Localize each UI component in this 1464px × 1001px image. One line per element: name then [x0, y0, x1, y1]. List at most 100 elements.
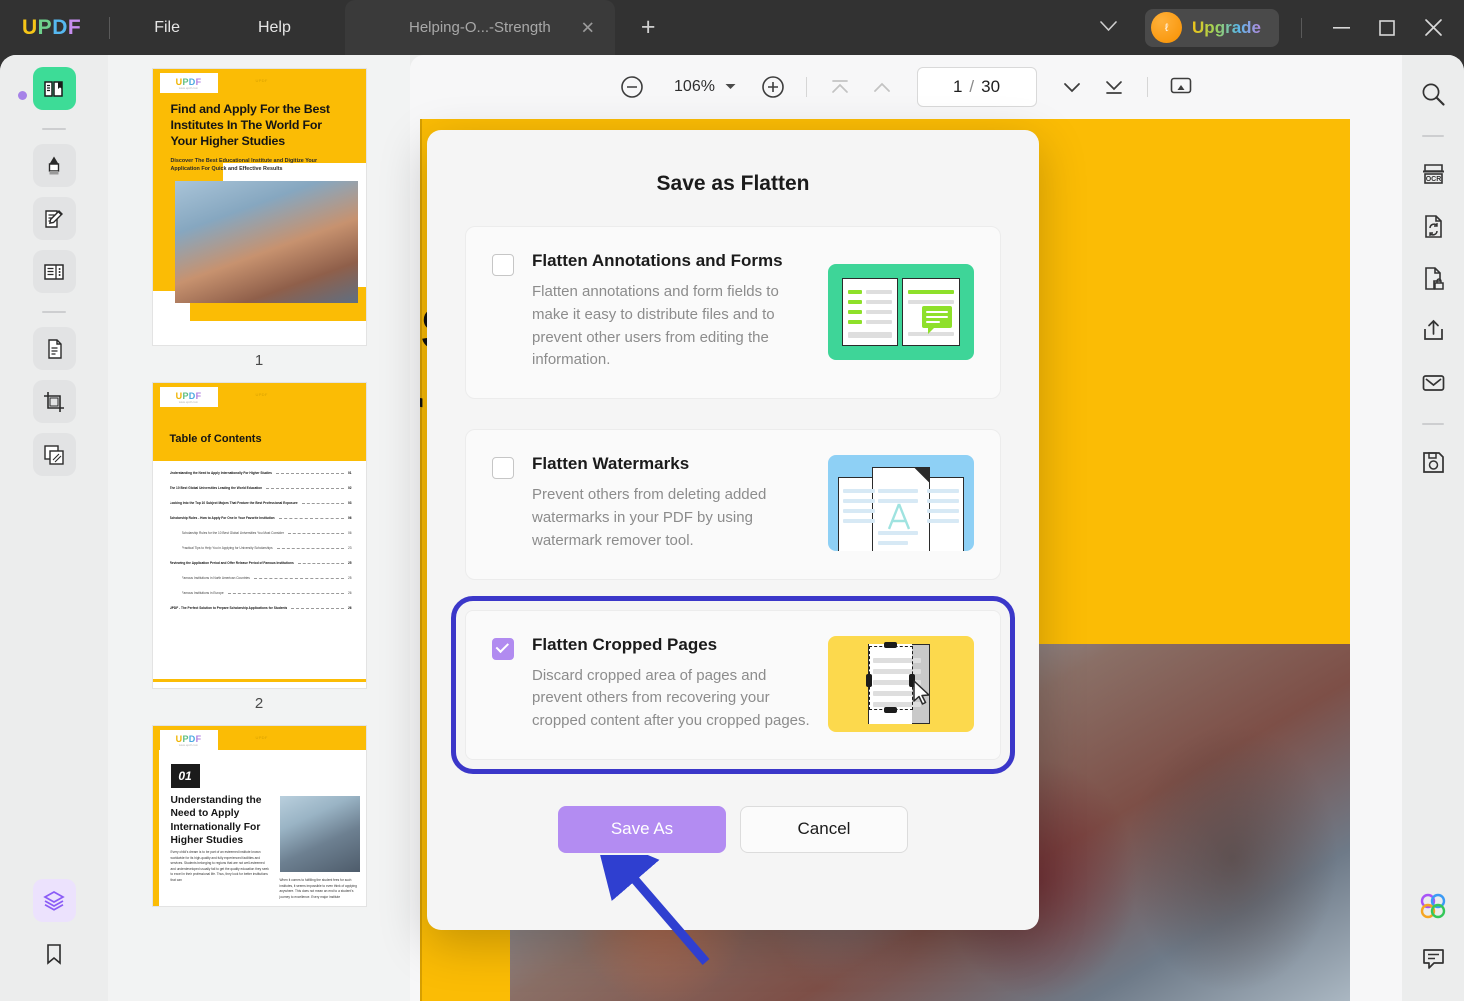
- save-button[interactable]: [1412, 441, 1454, 483]
- sidebar-item-reader[interactable]: [33, 67, 76, 110]
- comment-button[interactable]: [1412, 937, 1454, 979]
- cursor-icon: [912, 680, 932, 706]
- toc-entry-page: 26: [348, 606, 352, 610]
- protect-document-button[interactable]: [1412, 257, 1454, 299]
- sidebar-item-convert[interactable]: [33, 327, 76, 370]
- toc-entry-label: Practical Tips to Help You in Applying f…: [182, 546, 273, 550]
- new-tab-icon[interactable]: +: [641, 15, 656, 40]
- menu-file[interactable]: File: [136, 13, 198, 43]
- toc-entry: Reviewing the Application Period and Off…: [170, 561, 352, 565]
- thumbnail-page-2[interactable]: UPDF www.updf.com UPDF Table of Contents…: [153, 383, 366, 688]
- presentation-icon: [1168, 74, 1194, 100]
- upgrade-label: Upgrade: [1192, 18, 1261, 38]
- last-page-button[interactable]: [1093, 66, 1135, 108]
- sidebar-item-bookmark[interactable]: [33, 932, 76, 975]
- sidebar-item-crop[interactable]: [33, 380, 76, 423]
- previous-page-button[interactable]: [861, 66, 903, 108]
- page2-updf-logo: UPDF www.updf.com: [160, 387, 218, 407]
- option-flatten-watermarks[interactable]: Flatten Watermarks Prevent others from d…: [465, 429, 1001, 579]
- thumbnail-page-3[interactable]: UPDF www.updf.com UPDF 01 Understanding …: [153, 726, 366, 906]
- thumbnail-number-1: 1: [153, 352, 366, 369]
- annotations-forms-illustration-icon: [828, 264, 974, 360]
- email-icon: [1420, 369, 1447, 396]
- toc-entry-page: 06: [348, 531, 352, 535]
- upgrade-button[interactable]: ℓ Upgrade: [1145, 9, 1279, 47]
- checkbox-flatten-cropped-pages[interactable]: [492, 638, 514, 660]
- organize-pages-icon: [42, 260, 66, 284]
- email-button[interactable]: [1412, 361, 1454, 403]
- page3-heading: Understanding the Need to Apply Internat…: [171, 794, 271, 848]
- next-page-button[interactable]: [1051, 66, 1093, 108]
- zoom-in-icon: [760, 74, 786, 100]
- zoom-dropdown-caret-icon[interactable]: [725, 82, 736, 92]
- option-flatten-annotations[interactable]: Flatten Annotations and Forms Flatten an…: [465, 226, 1001, 399]
- annotate-highlighter-icon: [42, 154, 66, 178]
- page1-updf-logo: UPDF www.updf.com: [160, 73, 218, 93]
- first-page-button[interactable]: [819, 66, 861, 108]
- status-dot: [18, 91, 27, 100]
- close-tab-icon[interactable]: ✕: [581, 19, 595, 36]
- batch-process-icon: [42, 443, 66, 467]
- sidebar-item-layers[interactable]: [33, 879, 76, 922]
- share-icon: [1420, 317, 1447, 344]
- thumbnail-item-1[interactable]: UPDF www.updf.com UPDF Find and Apply Fo…: [153, 69, 366, 369]
- cancel-button[interactable]: Cancel: [740, 806, 908, 853]
- page3-updf-url: www.updf.com: [179, 744, 198, 747]
- right-toolbar: OCR: [1402, 55, 1464, 1001]
- right-rail-divider-1: [1422, 135, 1444, 137]
- toc-entry-page: 23: [348, 546, 352, 550]
- comment-icon: [1420, 945, 1447, 972]
- maximize-button[interactable]: [1364, 8, 1410, 48]
- option-2-description: Prevent others from deleting added water…: [532, 484, 810, 552]
- save-as-button[interactable]: Save As: [558, 806, 726, 853]
- option-1-description: Flatten annotations and form fields to m…: [532, 281, 810, 372]
- upgrade-badge-icon: ℓ: [1151, 12, 1182, 43]
- page1-title: Find and Apply For the Best Institutes I…: [171, 102, 347, 150]
- thumbnail-panel[interactable]: UPDF www.updf.com UPDF Find and Apply Fo…: [108, 55, 410, 1001]
- ocr-button[interactable]: OCR: [1412, 153, 1454, 195]
- close-window-button[interactable]: [1410, 8, 1456, 48]
- titlebar-divider: [109, 17, 110, 39]
- toc-entry-label: Looking Into the Top 10 Subject Majors T…: [170, 501, 298, 505]
- save-as-flatten-dialog: Save as Flatten Flatten Annotations and …: [427, 130, 1039, 930]
- zoom-out-button[interactable]: [611, 66, 653, 108]
- presentation-mode-button[interactable]: [1160, 66, 1202, 108]
- logo-letter-d: D: [52, 16, 68, 40]
- toc-entry-dots: [302, 503, 344, 504]
- zoom-in-button[interactable]: [752, 66, 794, 108]
- option-flatten-cropped-pages[interactable]: Flatten Cropped Pages Discard cropped ar…: [465, 610, 1001, 760]
- sidebar-item-batch[interactable]: [33, 433, 76, 476]
- thumbnail-page-1[interactable]: UPDF www.updf.com UPDF Find and Apply Fo…: [153, 69, 366, 345]
- option-3-description: Discard cropped area of pages and preven…: [532, 665, 810, 733]
- page3-section-number: 01: [171, 764, 200, 788]
- toc-entry-page: 25: [348, 561, 352, 565]
- ai-assistant-button[interactable]: [1412, 885, 1454, 927]
- chevron-down-icon[interactable]: [1086, 13, 1131, 42]
- search-button[interactable]: [1412, 73, 1454, 115]
- last-page-icon: [1102, 75, 1126, 99]
- sidebar-item-organize-pages[interactable]: [33, 250, 76, 293]
- toc-entry-dots: [228, 593, 344, 594]
- app-body: UPDF www.updf.com UPDF Find and Apply Fo…: [0, 55, 1464, 1001]
- thumbnail-item-2[interactable]: UPDF www.updf.com UPDF Table of Contents…: [153, 383, 366, 712]
- sidebar-item-annotate[interactable]: [33, 144, 76, 187]
- checkbox-flatten-annotations[interactable]: [492, 254, 514, 276]
- toc-entry: Famous Institutions in North American Co…: [170, 576, 352, 580]
- option-2-title: Flatten Watermarks: [532, 454, 810, 474]
- convert-icon: [1420, 213, 1447, 240]
- document-tab[interactable]: Helping-O...-Strength ✕: [345, 0, 615, 55]
- minimize-button[interactable]: [1318, 8, 1364, 48]
- toc-entry-dots: [298, 563, 344, 564]
- toc-entry-page: 03: [348, 501, 352, 505]
- convert-button[interactable]: [1412, 205, 1454, 247]
- share-button[interactable]: [1412, 309, 1454, 351]
- thumbnail-item-3[interactable]: UPDF www.updf.com UPDF 01 Understanding …: [153, 726, 366, 906]
- page-number-input[interactable]: 1 / 30: [917, 67, 1037, 107]
- menu-help[interactable]: Help: [240, 13, 309, 43]
- bookmark-icon: [43, 942, 65, 966]
- checkbox-flatten-watermarks[interactable]: [492, 457, 514, 479]
- toc-entry-label: Famous Institutions in North American Co…: [182, 576, 250, 580]
- zoom-level[interactable]: 106%: [671, 78, 719, 96]
- option-2-text: Flatten Watermarks Prevent others from d…: [532, 454, 810, 552]
- sidebar-item-edit-pdf[interactable]: [33, 197, 76, 240]
